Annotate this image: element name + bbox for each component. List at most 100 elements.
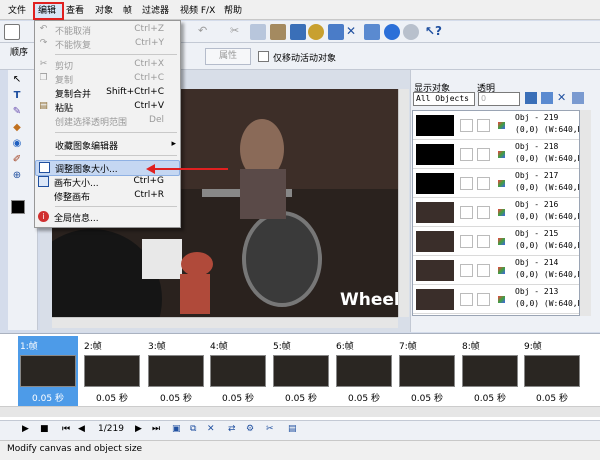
record-icon[interactable] <box>308 24 324 40</box>
frame-add-icon[interactable] <box>290 24 306 40</box>
ie-icon[interactable] <box>384 24 400 40</box>
list-item[interactable]: Obj - 213 (0,0) (W:640,H: <box>413 285 579 314</box>
frame-item[interactable]: 1:帧 0.05 秒 <box>18 336 78 408</box>
menu-help[interactable]: 帮助 <box>224 3 242 16</box>
reverse-icon[interactable]: ⇄ <box>228 424 236 434</box>
stop-icon[interactable]: ■ <box>40 424 49 434</box>
delete-frame-icon[interactable]: ✕ <box>207 424 215 434</box>
menu-item-copy-merged[interactable]: 复制合并 Shift+Ctrl+C <box>35 86 180 100</box>
list-item[interactable]: Obj - 217 (0,0) (W:640,H: <box>413 169 579 198</box>
frame-item[interactable]: 5:帧 0.05 秒 <box>271 336 331 408</box>
text-tool-icon[interactable]: T <box>11 90 23 102</box>
color-icon <box>498 238 505 245</box>
object-lock-checkbox[interactable] <box>477 293 490 306</box>
object-visible-checkbox[interactable] <box>460 177 473 190</box>
frame-dup-icon[interactable] <box>364 24 380 40</box>
object-lock-checkbox[interactable] <box>477 177 490 190</box>
list-item[interactable]: Obj - 216 (0,0) (W:640,H: <box>413 198 579 227</box>
delete-icon[interactable]: ✕ <box>346 24 362 40</box>
object-down-icon[interactable] <box>541 92 553 104</box>
list-item[interactable]: Obj - 214 (0,0) (W:640,H: <box>413 256 579 285</box>
menu-item-create-transparent[interactable]: 创建选择透明范围 Del <box>35 114 180 128</box>
menu-item-shortcut: Ctrl+V <box>134 101 164 111</box>
menu-edit[interactable]: 编辑 <box>38 3 56 16</box>
menu-frame[interactable]: 帧 <box>123 3 132 16</box>
pen-tool-icon[interactable]: ✐ <box>11 154 23 166</box>
menu-item-trim-canvas[interactable]: 修整画布 Ctrl+R <box>35 189 180 203</box>
preview-icon[interactable] <box>403 24 419 40</box>
show-objects-select[interactable]: All Objects <box>413 92 475 106</box>
object-props-icon[interactable] <box>572 92 584 104</box>
menu-file[interactable]: 文件 <box>8 3 26 16</box>
object-visible-checkbox[interactable] <box>460 235 473 248</box>
prev-frame-icon[interactable]: ◀ <box>78 424 85 434</box>
frame-label: 7:帧 <box>399 342 417 352</box>
new-file-icon[interactable] <box>4 24 20 40</box>
eraser-tool-icon[interactable]: ◆ <box>11 122 23 134</box>
object-lock-checkbox[interactable] <box>477 206 490 219</box>
frame-item[interactable]: 3:帧 0.05 秒 <box>146 336 206 408</box>
transparency-input[interactable]: 0 <box>478 92 520 106</box>
undo-icon[interactable]: ↶ <box>198 24 214 40</box>
menu-video-fx[interactable]: 视频 F/X <box>180 3 215 16</box>
object-lock-checkbox[interactable] <box>477 119 490 132</box>
frame-strip-scrollbar[interactable] <box>0 406 600 417</box>
menu-view[interactable]: 查看 <box>66 3 84 16</box>
frame-item[interactable]: 4:帧 0.05 秒 <box>208 336 268 408</box>
canvas-vertical-scrollbar[interactable] <box>398 89 409 317</box>
frame-label: 3:帧 <box>148 342 166 352</box>
object-visible-checkbox[interactable] <box>460 264 473 277</box>
object-lock-checkbox[interactable] <box>477 235 490 248</box>
list-item[interactable]: Obj - 215 (0,0) (W:640,H: <box>413 227 579 256</box>
menu-filters[interactable]: 过滤器 <box>142 3 169 16</box>
tool-icon[interactable]: ✂ <box>266 424 274 434</box>
menu-item-redo[interactable]: ↷ 不能恢复 Ctrl+Y <box>35 37 180 51</box>
menu-item-paste[interactable]: ▤ 粘贴 Ctrl+V <box>35 100 180 114</box>
menu-item-undo[interactable]: ↶ 不能取消 Ctrl+Z <box>35 23 180 37</box>
move-active-checkbox[interactable] <box>258 51 269 62</box>
next-frame-icon[interactable]: ▶ <box>135 424 142 434</box>
properties-icon[interactable]: ⚙ <box>246 424 254 434</box>
fill-tool-icon[interactable]: ◉ <box>11 138 23 150</box>
export-icon[interactable]: ▤ <box>288 424 297 434</box>
paste-icon[interactable] <box>270 24 286 40</box>
menu-item-copy[interactable]: ❐ 复制 Ctrl+C <box>35 72 180 86</box>
frame-label: 5:帧 <box>273 342 291 352</box>
frame-item[interactable]: 8:帧 0.05 秒 <box>460 336 520 408</box>
frame-icon[interactable] <box>328 24 344 40</box>
frame-item[interactable]: 7:帧 0.05 秒 <box>397 336 457 408</box>
insert-frame-icon[interactable]: ▣ <box>172 424 181 434</box>
menu-item-global-info[interactable]: i 全局信息... <box>35 210 180 224</box>
dup-frame-icon[interactable]: ⧉ <box>190 424 196 434</box>
frame-item[interactable]: 2:帧 0.05 秒 <box>82 336 142 408</box>
color-swatch[interactable] <box>11 200 25 214</box>
pointer-tool-icon[interactable]: ↖ <box>11 74 23 86</box>
object-visible-checkbox[interactable] <box>460 293 473 306</box>
last-frame-icon[interactable]: ⏭ <box>152 424 160 434</box>
play-icon[interactable]: ▶ <box>22 424 29 434</box>
cut-icon[interactable]: ✂ <box>230 24 246 40</box>
zoom-tool-icon[interactable]: ⊕ <box>11 170 23 182</box>
object-list-scrollbar[interactable] <box>580 110 591 316</box>
object-visible-checkbox[interactable] <box>460 148 473 161</box>
menu-item-favorite-editor[interactable]: 收藏图象编辑器 ▸ <box>35 138 180 152</box>
menu-object[interactable]: 对象 <box>95 3 113 16</box>
help-icon[interactable]: ↖? <box>425 24 442 40</box>
object-up-icon[interactable] <box>525 92 537 104</box>
copy-icon[interactable] <box>250 24 266 40</box>
frame-item[interactable]: 9:帧 0.05 秒 <box>522 336 582 408</box>
first-frame-icon[interactable]: ⏮ <box>62 424 70 434</box>
frame-item[interactable]: 6:帧 0.05 秒 <box>334 336 394 408</box>
canvas-horizontal-scrollbar[interactable] <box>52 317 398 328</box>
object-visible-checkbox[interactable] <box>460 206 473 219</box>
object-lock-checkbox[interactable] <box>477 148 490 161</box>
object-lock-checkbox[interactable] <box>477 264 490 277</box>
menu-item-canvas-size[interactable]: 画布大小... Ctrl+G <box>35 175 180 189</box>
object-visible-checkbox[interactable] <box>460 119 473 132</box>
brush-tool-icon[interactable]: ✎ <box>11 106 23 118</box>
list-item[interactable]: Obj - 219 (0,0) (W:640,H: <box>413 111 579 140</box>
properties-button[interactable]: 属性 <box>205 48 251 65</box>
list-item[interactable]: Obj - 218 (0,0) (W:640,H: <box>413 140 579 169</box>
object-delete-icon[interactable]: ✕ <box>557 91 566 104</box>
menu-item-cut[interactable]: ✂ 剪切 Ctrl+X <box>35 58 180 72</box>
